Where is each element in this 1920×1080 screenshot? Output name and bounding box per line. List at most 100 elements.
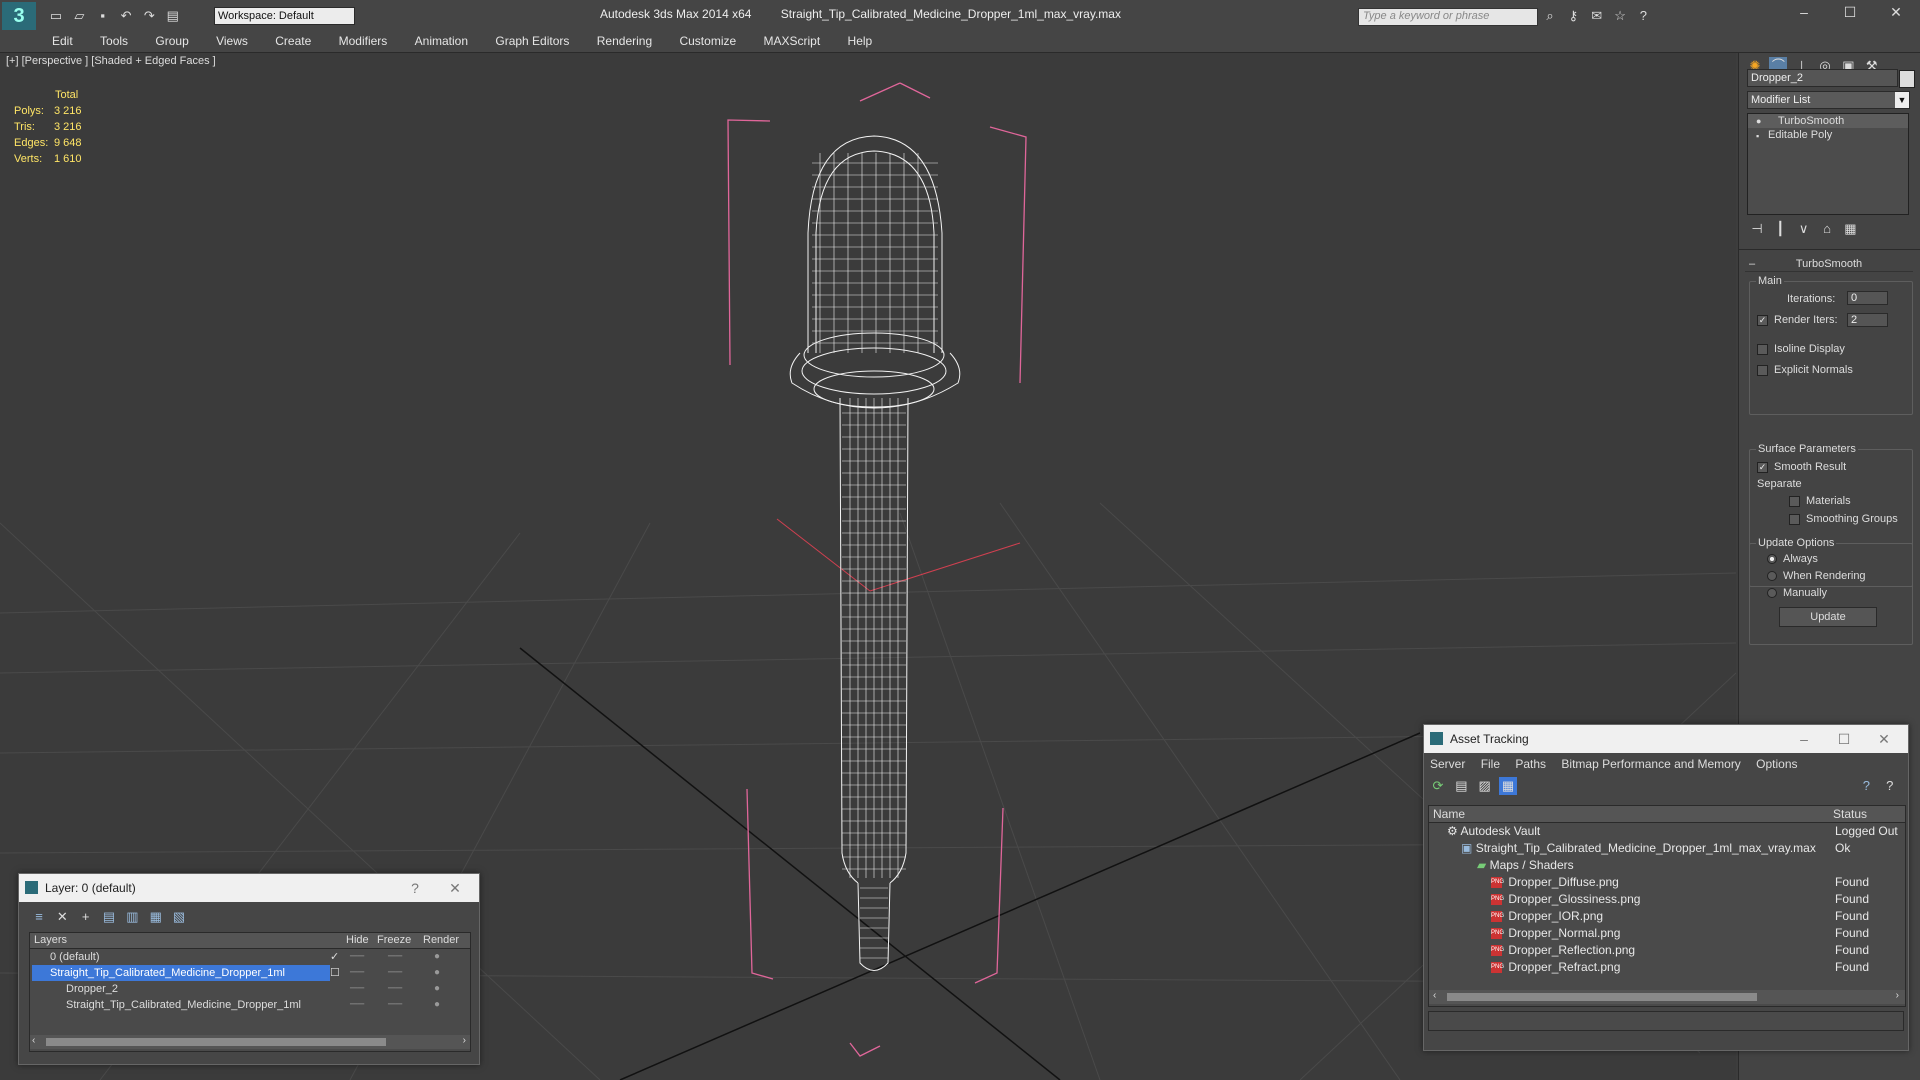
favorites-star-icon[interactable]: ☆ (1611, 7, 1629, 25)
asset-row[interactable]: PNG Dropper_Refract.png Found (1429, 959, 1905, 976)
col-freeze[interactable]: Freeze (377, 933, 411, 948)
asset-row[interactable]: PNG Dropper_Reflection.png Found (1429, 942, 1905, 959)
at-help2-icon[interactable]: ? (1881, 777, 1899, 795)
checkbox-icon[interactable]: ☐ (330, 965, 340, 981)
col-hide[interactable]: Hide (346, 933, 369, 948)
asset-row[interactable]: PNG Dropper_IOR.png Found (1429, 908, 1905, 925)
object-color-swatch[interactable] (1899, 70, 1915, 88)
object-name-field[interactable]: Dropper_2 (1747, 69, 1898, 87)
communication-icon[interactable]: ✉ (1588, 7, 1606, 25)
asset-row[interactable]: ▰ Maps / Shaders (1429, 857, 1905, 874)
when-rendering-radio[interactable] (1767, 571, 1777, 582)
at-minimize-button[interactable]: – (1784, 725, 1824, 753)
configure-sets-icon[interactable]: ▦ (1841, 220, 1859, 238)
layer-row[interactable]: 0 (default) ✓ ── ── ● (30, 949, 470, 965)
key-icon[interactable]: ⚷ (1564, 7, 1582, 25)
layer-close-button[interactable]: ✕ (435, 874, 475, 902)
materials-checkbox[interactable] (1789, 495, 1800, 507)
at-menu-server[interactable]: Server (1424, 757, 1471, 771)
highlight-layer-icon[interactable]: ▥ (123, 908, 141, 926)
col-name[interactable]: Name (1433, 806, 1465, 822)
col-layers[interactable]: Layers (34, 933, 67, 948)
expand-plus-icon[interactable]: ▪ (1756, 129, 1759, 143)
at-menu-file[interactable]: File (1475, 757, 1506, 771)
asset-row[interactable]: PNG Dropper_Diffuse.png Found (1429, 874, 1905, 891)
isoline-checkbox[interactable] (1757, 343, 1768, 355)
update-button[interactable]: Update (1779, 607, 1877, 627)
asset-row[interactable]: PNG Dropper_Normal.png Found (1429, 925, 1905, 942)
smooth-result-checkbox[interactable]: ✓ (1757, 461, 1768, 473)
stack-item-editable-poly[interactable]: ▪ Editable Poly (1748, 128, 1908, 142)
viewport-label[interactable]: [+] [Perspective ] [Shaded + Edged Faces… (6, 55, 216, 67)
always-radio[interactable] (1767, 554, 1777, 565)
scroll-left-icon[interactable]: ‹ (32, 1035, 35, 1046)
menu-rendering[interactable]: Rendering (585, 32, 664, 50)
menu-help[interactable]: Help (836, 32, 885, 50)
menu-customize[interactable]: Customize (667, 32, 748, 50)
thumbnail-icon[interactable]: ▨ (1476, 777, 1494, 795)
at-maximize-button[interactable]: ☐ (1824, 725, 1864, 753)
open-file-icon[interactable]: ▱ (70, 7, 88, 25)
scroll-thumb[interactable] (46, 1038, 386, 1046)
infocenter-search[interactable]: Type a keyword or phrase (1358, 8, 1538, 26)
layer-window-titlebar[interactable]: Layer: 0 (default) ? ✕ (19, 874, 479, 902)
layer-horizontal-scrollbar[interactable]: ‹ › (30, 1035, 470, 1049)
scroll-left-icon[interactable]: ‹ (1433, 990, 1436, 1001)
layer-row[interactable]: Straight_Tip_Calibrated_Medicine_Dropper… (30, 997, 470, 1013)
project-folder-icon[interactable]: ▤ (164, 7, 182, 25)
at-close-button[interactable]: ✕ (1864, 725, 1904, 753)
menu-views[interactable]: Views (204, 32, 260, 50)
col-render[interactable]: Render (423, 933, 459, 948)
delete-layer-icon[interactable]: ✕ (53, 908, 71, 926)
turbosmooth-rollout-header[interactable]: – TurboSmooth (1745, 257, 1913, 272)
layer-row-selected[interactable]: Straight_Tip_Calibrated_Medicine_Dropper… (30, 965, 470, 981)
menu-create[interactable]: Create (263, 32, 323, 50)
minimize-button[interactable]: – (1784, 4, 1824, 20)
freeze-all-icon[interactable]: ▧ (170, 908, 188, 926)
refresh-icon[interactable]: ⟳ (1429, 777, 1447, 795)
hide-all-icon[interactable]: ▦ (147, 908, 165, 926)
menu-graph-editors[interactable]: Graph Editors (483, 32, 581, 50)
table-view-icon[interactable]: ▦ (1499, 777, 1518, 795)
undo-icon[interactable]: ↶ (117, 7, 135, 25)
remove-modifier-icon[interactable]: ⌂ (1818, 220, 1836, 238)
layer-row[interactable]: Dropper_2 ── ── ● (30, 981, 470, 997)
menu-modifiers[interactable]: Modifiers (327, 32, 400, 50)
stack-item-turbosmooth[interactable]: ● TurboSmooth (1748, 114, 1908, 128)
at-help-icon[interactable]: ? (1857, 777, 1875, 795)
select-objects-icon[interactable]: ▤ (100, 908, 118, 926)
asset-path-field[interactable] (1428, 1011, 1904, 1031)
modifier-list-dropdown[interactable]: Modifier List ▼ (1747, 91, 1910, 109)
active-layer-check-icon[interactable]: ✓ (330, 949, 339, 965)
iterations-spinner[interactable]: 0 (1847, 291, 1888, 305)
layer-help-button[interactable]: ? (395, 874, 435, 902)
menu-group[interactable]: Group (143, 32, 200, 50)
asset-row[interactable]: ⚙ Autodesk Vault Logged Out (1429, 823, 1905, 840)
asset-row[interactable]: PNG Dropper_Glossiness.png Found (1429, 891, 1905, 908)
scroll-right-icon[interactable]: › (463, 1035, 466, 1046)
app-logo-icon[interactable]: 3 (2, 2, 36, 30)
scroll-thumb[interactable] (1447, 993, 1757, 1001)
redo-icon[interactable]: ↷ (140, 7, 158, 25)
smoothing-groups-checkbox[interactable] (1789, 513, 1800, 525)
workspace-dropdown[interactable]: Workspace: Default (214, 7, 355, 25)
close-button[interactable]: ✕ (1876, 4, 1916, 21)
at-menu-options[interactable]: Options (1750, 757, 1803, 771)
help-icon[interactable]: ? (1634, 7, 1652, 25)
asset-row[interactable]: ▣ Straight_Tip_Calibrated_Medicine_Dropp… (1429, 840, 1905, 857)
scroll-right-icon[interactable]: › (1896, 990, 1899, 1001)
make-unique-icon[interactable]: ∨ (1795, 220, 1813, 238)
explicit-normals-checkbox[interactable] (1757, 364, 1768, 376)
menu-edit[interactable]: Edit (40, 32, 85, 50)
list-view-icon[interactable]: ▤ (1452, 777, 1470, 795)
col-status[interactable]: Status (1833, 806, 1867, 822)
new-layer-icon[interactable]: ≡ (30, 908, 48, 926)
render-iters-spinner[interactable]: 2 (1847, 313, 1888, 327)
at-menu-bitmap[interactable]: Bitmap Performance and Memory (1555, 757, 1746, 771)
binoculars-icon[interactable]: ⌕ (1541, 7, 1559, 25)
asset-horizontal-scrollbar[interactable]: ‹ › (1429, 990, 1905, 1004)
menu-tools[interactable]: Tools (88, 32, 140, 50)
new-file-icon[interactable]: ▭ (47, 7, 65, 25)
at-menu-paths[interactable]: Paths (1509, 757, 1552, 771)
manually-radio[interactable] (1767, 588, 1777, 599)
